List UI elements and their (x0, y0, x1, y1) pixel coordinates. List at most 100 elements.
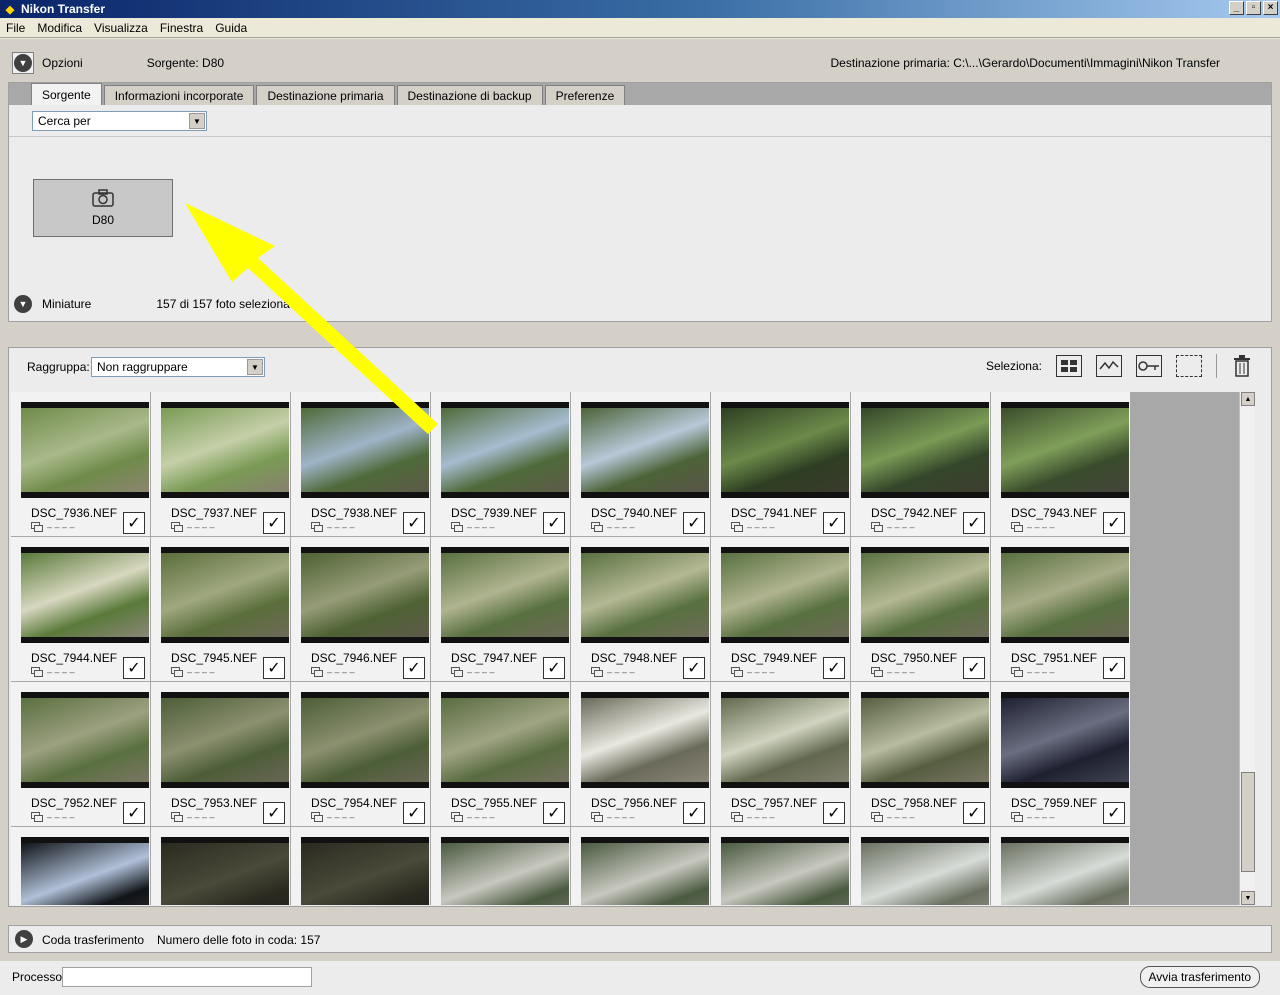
thumbnail-cell[interactable]: DSC_7951.NEF – – – – ✓ (991, 537, 1131, 682)
thumbnail-cell[interactable]: DSC_7956.NEF – – – – ✓ (571, 682, 711, 827)
photo-thumbnail[interactable] (1001, 692, 1129, 788)
select-checkbox[interactable]: ✓ (123, 657, 145, 679)
select-checkbox[interactable]: ✓ (543, 657, 565, 679)
thumbnail-cell[interactable]: DSC_7940.NEF – – – – ✓ (571, 392, 711, 537)
select-checkbox[interactable]: ✓ (683, 657, 705, 679)
thumbnail-cell[interactable]: DSC_7953.NEF – – – – ✓ (151, 682, 291, 827)
thumbnail-cell[interactable]: DSC_7937.NEF – – – – ✓ (151, 392, 291, 537)
thumbnail-cell[interactable]: DSC_7958.NEF – – – – ✓ (851, 682, 991, 827)
scroll-up-icon[interactable]: ▲ (1241, 392, 1255, 406)
thumbnail-cell[interactable]: DSC_7944.NEF – – – – ✓ (11, 537, 151, 682)
thumbnail-cell[interactable]: DSC_7965.NEF– – – –✓ (711, 827, 851, 905)
photo-thumbnail[interactable] (21, 547, 149, 643)
select-checkbox[interactable]: ✓ (823, 512, 845, 534)
select-protected-key-icon[interactable] (1136, 355, 1162, 377)
tab-sorgente[interactable]: Sorgente (31, 83, 102, 105)
select-checkbox[interactable]: ✓ (1103, 657, 1125, 679)
thumbnail-cell[interactable]: DSC_7936.NEF – – – – ✓ (11, 392, 151, 537)
photo-thumbnail[interactable] (721, 402, 849, 498)
select-checkbox[interactable]: ✓ (263, 802, 285, 824)
group-select[interactable]: Non raggruppare ▼ (91, 357, 265, 377)
thumbnail-cell[interactable]: DSC_7963.NEF– – – –✓ (431, 827, 571, 905)
photo-thumbnail[interactable] (721, 692, 849, 788)
photo-thumbnail[interactable] (581, 837, 709, 905)
expand-arrow-icon[interactable]: ▶ (15, 930, 33, 948)
thumbnail-cell[interactable]: DSC_7955.NEF – – – – ✓ (431, 682, 571, 827)
menu-guida[interactable]: Guida (209, 21, 253, 35)
photo-thumbnail[interactable] (441, 692, 569, 788)
thumbnail-cell[interactable]: DSC_7950.NEF – – – – ✓ (851, 537, 991, 682)
scroll-down-icon[interactable]: ▼ (1241, 891, 1255, 905)
photo-thumbnail[interactable] (1001, 547, 1129, 643)
select-checkbox[interactable]: ✓ (963, 657, 985, 679)
device-d80[interactable]: D80 (33, 179, 173, 237)
scroll-thumb[interactable] (1241, 772, 1255, 872)
photo-thumbnail[interactable] (581, 692, 709, 788)
tab-destinazione-backup[interactable]: Destinazione di backup (396, 85, 543, 105)
photo-thumbnail[interactable] (1001, 837, 1129, 905)
photo-thumbnail[interactable] (861, 692, 989, 788)
select-checkbox[interactable]: ✓ (1103, 512, 1125, 534)
select-new-wave-icon[interactable] (1096, 355, 1122, 377)
select-checkbox[interactable]: ✓ (263, 512, 285, 534)
select-checkbox[interactable]: ✓ (683, 512, 705, 534)
tab-preferenze[interactable]: Preferenze (544, 85, 626, 105)
trash-icon[interactable] (1231, 355, 1253, 377)
photo-thumbnail[interactable] (581, 402, 709, 498)
thumbnail-cell[interactable]: DSC_7954.NEF – – – – ✓ (291, 682, 431, 827)
select-checkbox[interactable]: ✓ (963, 802, 985, 824)
thumbnail-cell[interactable]: DSC_7960.NEF– – – –✓ (11, 827, 151, 905)
select-all-grid-icon[interactable] (1056, 355, 1082, 377)
select-checkbox[interactable]: ✓ (403, 512, 425, 534)
thumbnail-cell[interactable]: DSC_7959.NEF – – – – ✓ (991, 682, 1131, 827)
photo-thumbnail[interactable] (21, 692, 149, 788)
vertical-scrollbar[interactable]: ▲ ▼ (1239, 392, 1255, 905)
thumbnail-cell[interactable]: DSC_7942.NEF – – – – ✓ (851, 392, 991, 537)
photo-thumbnail[interactable] (161, 402, 289, 498)
photo-thumbnail[interactable] (21, 837, 149, 905)
select-checkbox[interactable]: ✓ (683, 802, 705, 824)
collapse-arrow-icon[interactable]: ▼ (14, 295, 32, 313)
photo-thumbnail[interactable] (581, 547, 709, 643)
select-checkbox[interactable]: ✓ (403, 802, 425, 824)
select-checkbox[interactable]: ✓ (543, 512, 565, 534)
tab-destinazione-primaria[interactable]: Destinazione primaria (256, 85, 395, 105)
photo-thumbnail[interactable] (161, 692, 289, 788)
photo-thumbnail[interactable] (861, 547, 989, 643)
thumbnail-cell[interactable]: DSC_7961.NEF– – – –✓ (151, 827, 291, 905)
thumbnail-cell[interactable]: DSC_7941.NEF – – – – ✓ (711, 392, 851, 537)
photo-thumbnail[interactable] (441, 837, 569, 905)
thumbnail-cell[interactable]: DSC_7967.NEF– – – –✓ (991, 827, 1131, 905)
thumbnail-cell[interactable]: DSC_7943.NEF – – – – ✓ (991, 392, 1131, 537)
deselect-marquee-icon[interactable] (1176, 355, 1202, 377)
photo-thumbnail[interactable] (161, 837, 289, 905)
photo-thumbnail[interactable] (721, 547, 849, 643)
photo-thumbnail[interactable] (21, 402, 149, 498)
start-transfer-button[interactable]: Avvia trasferimento (1139, 966, 1260, 988)
thumbnail-cell[interactable]: DSC_7949.NEF – – – – ✓ (711, 537, 851, 682)
thumbnail-cell[interactable]: DSC_7947.NEF – – – – ✓ (431, 537, 571, 682)
thumbnail-cell[interactable]: DSC_7948.NEF – – – – ✓ (571, 537, 711, 682)
thumbnail-cell[interactable]: DSC_7957.NEF – – – – ✓ (711, 682, 851, 827)
photo-thumbnail[interactable] (721, 837, 849, 905)
select-checkbox[interactable]: ✓ (823, 802, 845, 824)
select-checkbox[interactable]: ✓ (823, 657, 845, 679)
menu-file[interactable]: File (0, 21, 31, 35)
close-button[interactable]: × (1263, 1, 1278, 15)
menu-finestra[interactable]: Finestra (154, 21, 209, 35)
menu-modifica[interactable]: Modifica (31, 21, 88, 35)
thumbnail-cell[interactable]: DSC_7946.NEF – – – – ✓ (291, 537, 431, 682)
photo-thumbnail[interactable] (441, 402, 569, 498)
search-by-select[interactable]: Cerca per ▼ (32, 111, 207, 131)
photo-thumbnail[interactable] (861, 837, 989, 905)
maximize-button[interactable]: ▫ (1246, 1, 1261, 15)
photo-thumbnail[interactable] (301, 692, 429, 788)
photo-thumbnail[interactable] (161, 547, 289, 643)
thumbnail-cell[interactable]: DSC_7952.NEF – – – – ✓ (11, 682, 151, 827)
thumbnail-cell[interactable]: DSC_7939.NEF – – – – ✓ (431, 392, 571, 537)
select-checkbox[interactable]: ✓ (403, 657, 425, 679)
select-checkbox[interactable]: ✓ (543, 802, 565, 824)
thumbnail-cell[interactable]: DSC_7962.NEF– – – –✓ (291, 827, 431, 905)
thumbnail-cell[interactable]: DSC_7964.NEF– – – –✓ (571, 827, 711, 905)
photo-thumbnail[interactable] (301, 837, 429, 905)
